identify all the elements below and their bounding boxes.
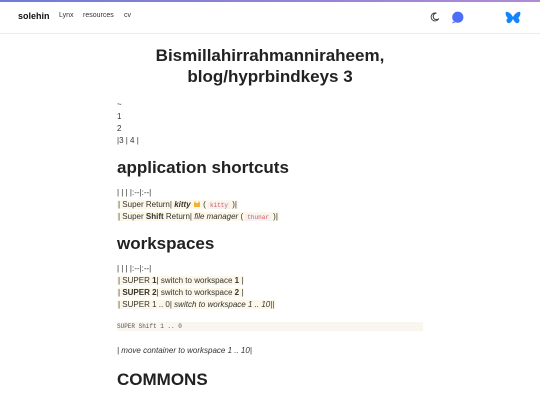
workspace-row-1: | SUPER 1| switch to workspace 1 | [117, 276, 245, 285]
code-block: SUPER Shift 1 .. 0 [117, 322, 423, 331]
nav-link-cv[interactable]: cv [124, 12, 131, 19]
navbar: solehin Lynx resources cv [0, 2, 540, 34]
nav-link-resources[interactable]: resources [83, 12, 114, 19]
page-title-line-2: blog/hyprbindkeys 3 [187, 67, 353, 86]
app-row-thunar: | Super Shift Return| file manager ( thu… [117, 212, 279, 221]
table-separator: | | | |:--|:--| [117, 264, 152, 273]
section-heading-apps: application shortcuts [117, 158, 289, 177]
butterfly-icon[interactable] [505, 11, 521, 25]
page-title-line-1: Bismillahirrahmanniraheem, [155, 46, 385, 65]
site-brand[interactable]: solehin [18, 11, 50, 21]
workspace-row-3: | SUPER 1 .. 0| switch to workspace 1 ..… [117, 300, 276, 309]
cat-emoji [193, 201, 200, 207]
nav-link-lynx[interactable]: Lynx [59, 12, 74, 19]
table-separator: | | | |:--|:--| [117, 188, 152, 197]
page-title: Bismillahirrahmanniraheem, blog/hyprbind… [0, 45, 540, 87]
intro-line: 1 [117, 112, 122, 121]
section-heading-commons: COMMONS [117, 370, 208, 389]
section-heading-workspaces: workspaces [117, 234, 215, 253]
intro-line: ~ [117, 100, 122, 109]
intro-line: 2 [117, 124, 122, 133]
app-row-kitty: | Super Return| kitty ( kitty )| [117, 200, 238, 209]
moon-icon[interactable] [430, 12, 440, 22]
intro-line: |3 | 4 | [117, 136, 139, 145]
workspace-row-2: | SUPER 2| switch to workspace 2 | [117, 288, 245, 297]
chat-bubble-icon[interactable] [451, 11, 464, 24]
move-container-line: | move container to workspace 1 .. 10| [117, 346, 252, 355]
